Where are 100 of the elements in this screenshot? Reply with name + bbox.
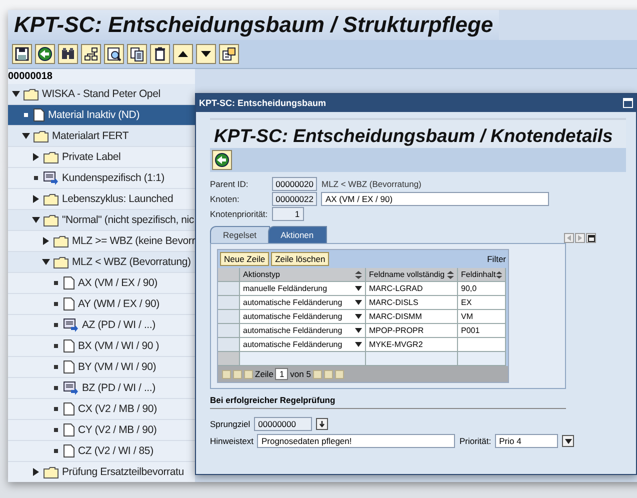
collapsed-triangle-icon[interactable]: [32, 468, 40, 476]
bullet-icon: [52, 384, 60, 392]
parent-id-field[interactable]: 00000020: [272, 177, 318, 191]
tree-item[interactable]: AX (VM / EX / 90): [8, 273, 195, 294]
tree-item[interactable]: BY (VM / WI / 90): [8, 357, 195, 378]
action-type-dropdown[interactable]: automatische Feldänderung: [240, 296, 366, 310]
section-title: Bei erfolgreicher Regelprüfung: [210, 395, 566, 409]
tab[interactable]: Aktionen: [268, 226, 327, 243]
collapsed-triangle-icon[interactable]: [32, 195, 40, 203]
collapsed-triangle-icon[interactable]: [42, 237, 50, 245]
expanded-triangle-icon[interactable]: [12, 90, 20, 98]
bullet-icon: [52, 300, 60, 308]
action-type-dropdown[interactable]: automatische Feldänderung: [240, 310, 366, 324]
table-cell: MARC-LGRAD: [366, 282, 458, 296]
priority-dropdown[interactable]: Prio 4: [495, 434, 558, 448]
maximize-button[interactable]: [623, 98, 633, 108]
expanded-triangle-icon[interactable]: [22, 132, 30, 140]
table-action-button[interactable]: Neue Zeile: [220, 252, 270, 266]
tree-item[interactable]: CX (V2 / MB / 90): [8, 399, 195, 420]
tree-item[interactable]: Materialart FERT: [8, 126, 195, 147]
table-cell: MYKE-MVGR2: [366, 338, 458, 352]
tab-list-button[interactable]: [586, 233, 596, 243]
binoculars-icon[interactable]: [58, 44, 78, 64]
dialog-title: KPT-SC: Entscheidungsbaum: [199, 98, 326, 108]
caret-icon[interactable]: [355, 328, 362, 333]
tree-item[interactable]: CZ (V2 / WI / 85): [8, 441, 195, 462]
expanded-triangle-icon[interactable]: [32, 216, 40, 224]
field-label: Priorität:: [459, 436, 492, 446]
folder-icon: [43, 214, 59, 226]
sort-icon[interactable]: [496, 270, 502, 278]
tab[interactable]: Regelset: [210, 226, 270, 243]
table-cell: EX: [458, 296, 506, 310]
document-icon: [63, 402, 75, 416]
column-header[interactable]: Feldinhalt: [458, 268, 506, 282]
caret-icon[interactable]: [355, 314, 362, 319]
back-icon[interactable]: [35, 44, 55, 64]
hint-text-field[interactable]: Prognosedaten pflegen!: [257, 434, 456, 448]
column-header[interactable]: Feldname vollständig: [366, 268, 458, 282]
sort-icon[interactable]: [355, 270, 362, 278]
trash-icon[interactable]: [150, 44, 170, 64]
action-type-dropdown[interactable]: manuelle Feldänderung: [240, 282, 366, 296]
back-icon[interactable]: [212, 150, 232, 170]
tree-item[interactable]: "Normal" (nicht spezifisch, nic: [8, 210, 195, 231]
node-id-field[interactable]: 00000022: [272, 192, 318, 206]
pager-total: von 5: [290, 369, 311, 379]
document-icon: [33, 108, 45, 122]
action-type-dropdown[interactable]: automatische Feldänderung: [240, 324, 366, 338]
copy-icon[interactable]: [127, 44, 147, 64]
table-cell: 90,0: [458, 282, 506, 296]
tree-item[interactable]: Prüfung Ersatzteilbevorratu: [8, 462, 195, 482]
document-icon: [63, 360, 75, 374]
sort-icon[interactable]: [447, 270, 454, 278]
document-icon: [63, 444, 75, 458]
table-cell: MARC-DISMM: [366, 310, 458, 324]
caret-icon: [564, 438, 572, 444]
collapsed-triangle-icon[interactable]: [32, 153, 40, 161]
table-cell: MARC-DISLS: [366, 296, 458, 310]
tree-item[interactable]: BZ (PD / WI / ...): [8, 378, 195, 399]
field-label: Parent ID:: [210, 179, 250, 189]
table-action-button[interactable]: Zeile löschen: [271, 252, 330, 266]
tree-item[interactable]: AY (WM / EX / 90): [8, 294, 195, 315]
tree-item[interactable]: Material Inaktiv (ND): [8, 105, 195, 126]
column-header[interactable]: Aktionstyp: [240, 268, 366, 282]
bullet-icon: [52, 426, 60, 434]
tree-item[interactable]: Private Label: [8, 147, 195, 168]
bullet-icon: [52, 363, 60, 371]
table-cell: MPOP-PROPR: [366, 324, 458, 338]
priority-field[interactable]: 1: [272, 207, 304, 221]
tree-item[interactable]: Kundenspezifisch (1:1): [8, 168, 195, 189]
monitor-arrow-icon: [63, 318, 79, 332]
magnifier-icon[interactable]: [104, 44, 124, 64]
caret-icon[interactable]: [355, 342, 362, 347]
node-name-field[interactable]: AX (VM / EX / 90): [321, 192, 550, 206]
tree-item[interactable]: BX (VM / WI / 90 ): [8, 336, 195, 357]
hierarchy-icon[interactable]: [81, 44, 101, 64]
action-type-dropdown[interactable]: automatische Feldänderung: [240, 338, 366, 352]
parent-name: MLZ < WBZ (Bevorratung): [321, 179, 422, 189]
tree-item[interactable]: CY (V2 / MB / 90): [8, 420, 195, 441]
caret-icon[interactable]: [355, 286, 362, 291]
row-input[interactable]: 1: [275, 368, 288, 380]
filter-link[interactable]: Filter: [487, 254, 506, 264]
document-icon: [63, 276, 75, 290]
folder-icon: [43, 150, 59, 164]
caret-icon[interactable]: [355, 300, 362, 305]
dropdown-button[interactable]: [562, 435, 574, 447]
navigate-button[interactable]: [316, 418, 328, 430]
folder-icon: [33, 130, 49, 142]
dialog-heading: KPT-SC: Entscheidungsbaum / Knotendetails: [210, 118, 626, 148]
folder-icon: [53, 256, 69, 268]
tree-item[interactable]: WISKA - Stand Peter Opel: [8, 84, 195, 105]
folder-icon: [23, 88, 39, 100]
document-icon: [63, 423, 75, 437]
tree-item[interactable]: AZ (PD / WI / ...): [8, 315, 195, 336]
save-icon[interactable]: [12, 44, 32, 64]
expand-icon[interactable]: [219, 44, 239, 64]
expanded-triangle-icon[interactable]: [42, 258, 50, 266]
tree-item[interactable]: MLZ < WBZ (Bevorratung): [8, 252, 195, 273]
jump-target-field[interactable]: 00000000: [254, 417, 312, 431]
bullet-icon: [52, 447, 60, 455]
table-cell: VM: [458, 310, 506, 324]
